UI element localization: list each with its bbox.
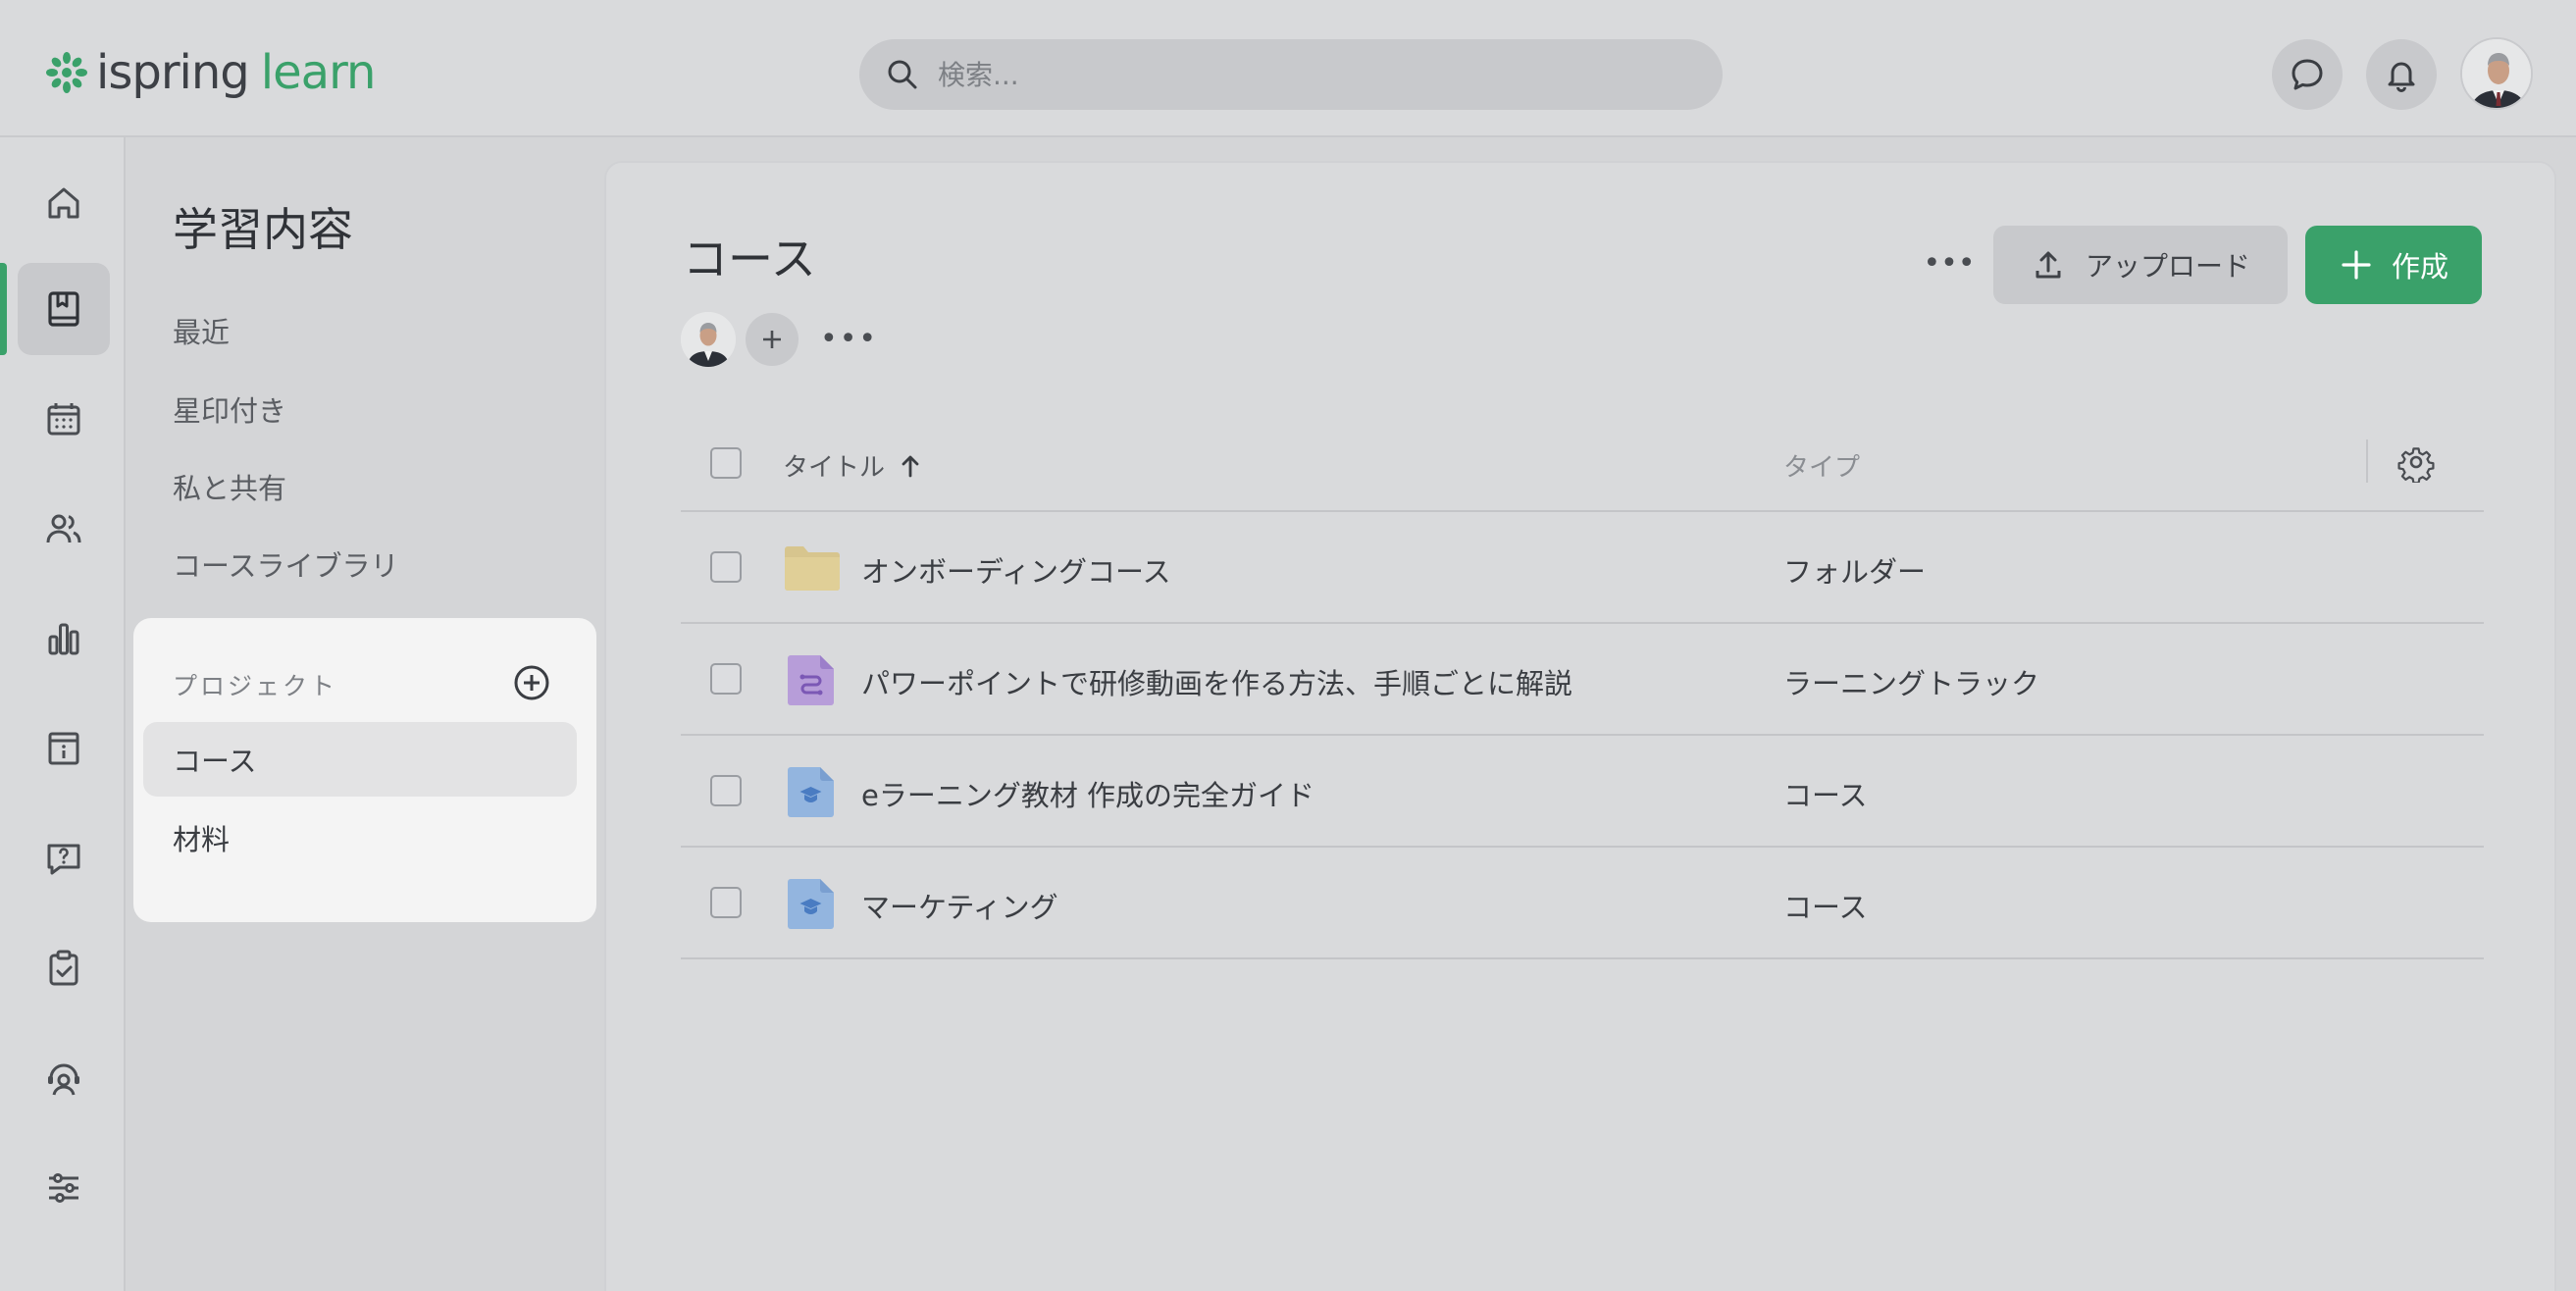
table-row[interactable]: オンボーディングコース フォルダー [681,512,2484,624]
row-checkbox[interactable] [710,887,742,918]
plus-icon [2342,250,2371,280]
nav-home[interactable] [18,157,110,249]
page-title: コース [683,232,816,285]
create-label: 作成 [2391,250,2448,284]
project-item-courses[interactable]: コース [143,722,577,797]
clipboard-check-icon [49,950,78,986]
nav-settings[interactable] [18,1142,110,1234]
plus-icon [763,331,781,348]
users-icon [46,514,81,543]
row-title[interactable]: マーケティング [861,885,1058,926]
nav-calendar[interactable] [18,373,110,465]
user-portrait-icon [2462,39,2531,108]
main-panel: コース ••• ••• アップロード 作成 タイトル タイプ オンボーディングコ… [604,161,2556,1291]
chat-bubble-icon [2292,59,2323,90]
upload-button[interactable]: アップロード [1993,226,2288,304]
nav-learning-content[interactable] [18,263,110,355]
sliders-icon [49,1173,78,1203]
member-avatar[interactable] [681,312,736,367]
logo-text-ispring: ispring [96,45,250,100]
row-type: ラーニングトラック [1783,667,2040,700]
sidebar-item-recent[interactable]: 最近 [173,310,230,351]
bar-chart-icon [48,623,79,655]
sidebar-item-course-library[interactable]: コースライブラリ [173,543,399,585]
nav-reports[interactable] [18,593,110,685]
row-checkbox[interactable] [710,551,742,583]
add-project-icon[interactable] [512,663,551,702]
sidebar-title: 学習内容 [173,203,353,256]
upload-icon [2035,251,2061,279]
gear-icon[interactable] [2396,441,2437,483]
select-all-checkbox[interactable] [710,447,742,479]
search-icon [888,60,917,89]
folder-icon [785,546,840,591]
table-row[interactable]: マーケティング コース [681,848,2484,959]
logo-text-learn: learn [260,45,377,100]
user-avatar[interactable] [2460,37,2533,110]
projects-label: プロジェクト [173,672,338,700]
row-title[interactable]: eラーニング教材 作成の完全ガイド [861,773,1314,814]
nav-help[interactable] [18,812,110,904]
content-table: タイトル タイプ オンボーディングコース フォルダー パワーポイントで研修動画を… [681,418,2484,959]
row-checkbox[interactable] [710,663,742,695]
row-checkbox[interactable] [710,775,742,806]
home-icon [48,187,79,219]
upload-label: アップロード [2085,250,2250,283]
active-indicator [0,263,7,355]
members-row: ••• [681,312,878,367]
search-bar[interactable] [859,39,1723,110]
members-more-button[interactable]: ••• [820,312,878,367]
title-column-header[interactable]: タイトル [783,447,924,484]
project-item-materials[interactable]: 材料 [143,800,577,875]
learning-track-icon [788,655,834,705]
type-column-header[interactable]: タイプ [1783,447,1860,484]
add-member-button[interactable] [746,313,799,366]
column-divider [2366,439,2368,483]
nav-assignments[interactable] [18,922,110,1014]
search-input[interactable] [938,58,1683,91]
headset-person-icon [48,1063,79,1096]
ispring-learn-logo[interactable]: ispring learn [45,45,377,100]
info-board-icon [48,732,79,765]
top-bar: ispring learn [0,0,2576,137]
ispring-logo-icon [46,52,87,93]
row-type: コース [1783,891,1868,924]
navigation-rail [0,137,126,1291]
nav-info-board[interactable] [18,702,110,795]
row-type: コース [1783,779,1868,812]
content-sidebar: 学習内容 最近 星印付き 私と共有 コースライブラリ プロジェクト コース 材料 [128,137,596,1291]
more-actions-button[interactable]: ••• [1915,233,1984,292]
book-icon [48,291,79,327]
table-row[interactable]: パワーポイントで研修動画を作る方法、手順ごとに解説 ラーニングトラック [681,624,2484,736]
row-title[interactable]: パワーポイントで研修動画を作る方法、手順ごとに解説 [861,661,1572,702]
nav-users[interactable] [18,483,110,575]
notifications-button[interactable] [2366,39,2437,110]
chat-button[interactable] [2272,39,2343,110]
row-type: フォルダー [1783,555,1927,589]
projects-card: プロジェクト コース 材料 [133,618,596,922]
bell-icon [2388,62,2415,92]
calendar-icon [47,403,80,436]
row-title[interactable]: オンボーディングコース [861,549,1171,591]
sidebar-item-shared-with-me[interactable]: 私と共有 [173,466,286,507]
nav-support[interactable] [18,1032,110,1124]
table-header: タイトル タイプ [681,418,2484,512]
member-portrait-icon [681,312,736,367]
create-button[interactable]: 作成 [2305,226,2482,304]
course-icon [788,879,834,929]
table-row[interactable]: eラーニング教材 作成の完全ガイド コース [681,736,2484,848]
sidebar-item-starred[interactable]: 星印付き [173,388,286,430]
sort-ascending-icon [902,455,919,477]
course-icon [788,767,834,817]
question-chat-icon [47,844,80,875]
title-column-label: タイトル [783,453,886,483]
